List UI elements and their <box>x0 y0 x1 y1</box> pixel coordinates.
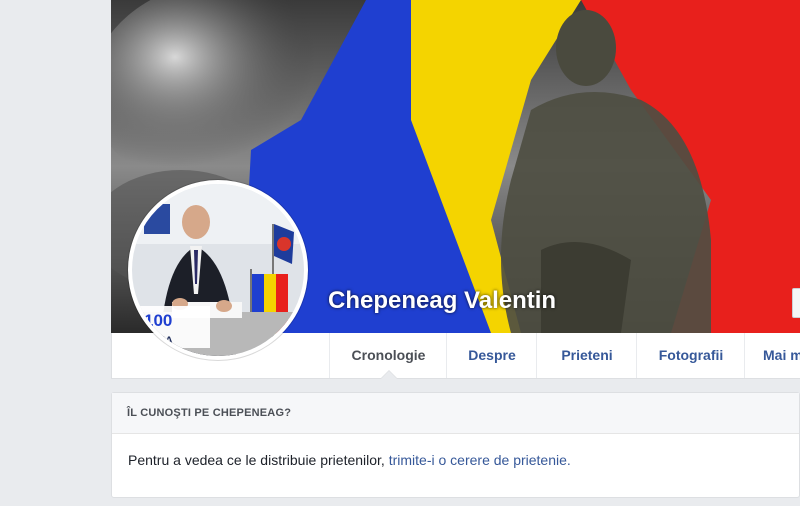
card-body-text: Pentru a vedea ce le distribuie prieteni… <box>128 452 385 468</box>
avatar[interactable]: 100 ÂNIA <box>128 180 308 360</box>
tab-despre[interactable]: Despre <box>446 333 537 378</box>
profile-name[interactable]: Chepeneag Valentin <box>328 287 556 315</box>
active-tab-indicator <box>381 371 397 379</box>
friend-suggestion-card: ÎL CUNOŞTI PE CHEPENEAG? Pentru a vedea … <box>111 392 800 498</box>
card-header: ÎL CUNOŞTI PE CHEPENEAG? <box>112 393 799 434</box>
profile-page: Chepeneag Valentin Cronologie Despre Pri… <box>0 0 800 506</box>
tab-prieteni[interactable]: Prieteni <box>536 333 637 378</box>
card-body: Pentru a vedea ce le distribuie prieteni… <box>112 434 799 486</box>
send-friend-request-link[interactable]: trimite-i o cerere de prietenie. <box>389 452 571 468</box>
badge-number: 100 <box>144 311 172 330</box>
tab-more[interactable]: Mai m <box>744 333 800 378</box>
badge-text: ÂNIA <box>146 334 173 347</box>
tab-fotografii[interactable]: Fotografii <box>636 333 745 378</box>
cover-action-button[interactable] <box>792 288 800 318</box>
